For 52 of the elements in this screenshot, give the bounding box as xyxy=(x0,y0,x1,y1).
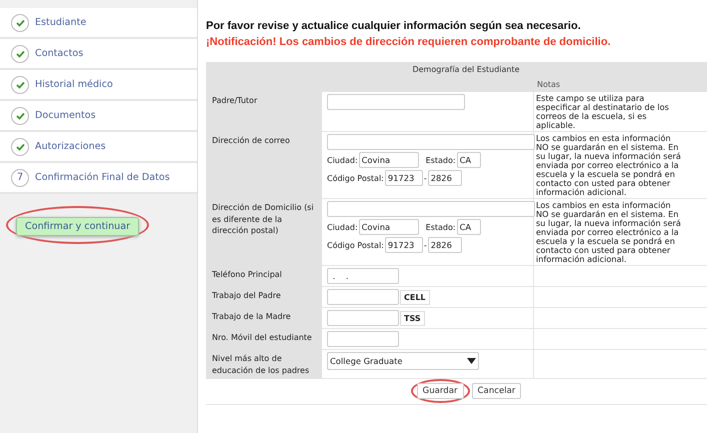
notes-text: Este campo se utiliza para especificar al destinatario de los correos de la escuela, si es aplicable. xyxy=(534,92,707,132)
state-label: Estado: xyxy=(426,222,456,232)
zip-field[interactable]: 91723 xyxy=(384,237,423,254)
education-select[interactable]: College Graduate xyxy=(327,352,479,370)
input-field[interactable] xyxy=(327,331,399,348)
zip-label: Código Postal: xyxy=(327,174,384,183)
sidebar-step[interactable]: Autorizaciones xyxy=(0,132,197,163)
sidebar-step[interactable]: Contactos xyxy=(0,39,197,70)
zip-extension-field[interactable]: 2826 xyxy=(428,170,462,186)
field-label: Trabajo de la Madre xyxy=(206,308,322,330)
form-button[interactable]: Cancelar xyxy=(472,382,522,399)
state-field[interactable]: CA xyxy=(456,152,481,168)
zip-extension-field[interactable]: 2826 xyxy=(428,237,462,254)
form-title: Demografía del Estudiante xyxy=(206,62,707,77)
sidebar-step[interactable]: Estudiante xyxy=(0,8,197,39)
zip-label: Código Postal: xyxy=(327,240,384,250)
input-field[interactable] xyxy=(327,310,399,326)
city-field[interactable]: Covina xyxy=(358,152,419,168)
sidebar-step[interactable]: Documentos xyxy=(0,101,197,132)
step-number: 7 xyxy=(11,168,29,186)
state-label: Estado: xyxy=(426,156,456,165)
dropdown-caret-icon xyxy=(467,358,476,364)
instruction-text: Por favor revise y actualice cualquier información según sea necesario. xyxy=(206,20,582,32)
state-field[interactable]: CA xyxy=(456,219,481,236)
input-field[interactable]: . . xyxy=(327,268,399,284)
city-field[interactable]: Covina xyxy=(358,219,419,236)
form-button[interactable]: Guardar xyxy=(416,382,464,399)
notes-text: Los cambios en esta información NO se guardarán en el sistema. En su lugar, la nueva información será enviada por correo electrónico a la escuela y la escuela se pondrá en contacto con usted para obtener información adicional. xyxy=(534,132,707,200)
input-field[interactable] xyxy=(327,94,465,110)
suffix-label: CELL xyxy=(400,290,430,305)
suffix-label: TSS xyxy=(400,310,425,326)
notes-text: Los cambios en esta información NO se guardarán en el sistema. En su lugar, la nueva información será enviada por correo electrónico a la escuela y la escuela se pondrá en contacto con usted para obtener información adicional. xyxy=(534,199,707,266)
zip-separator: - xyxy=(424,174,427,183)
field-label: Dirección de correo xyxy=(206,132,322,200)
city-label: Ciudad: xyxy=(327,222,358,232)
zip-separator: - xyxy=(424,240,427,250)
field-label: Nro. Móvil del estudiante xyxy=(206,329,322,350)
field-label: Nivel más alto de educación de los padres xyxy=(206,350,322,379)
street-field[interactable] xyxy=(327,134,535,150)
zip-field[interactable]: 91723 xyxy=(384,170,423,186)
field-label: Trabajo del Padre xyxy=(206,287,322,308)
notes-heading: Notas xyxy=(534,77,707,92)
confirm-button[interactable]: Confirmar y continuar xyxy=(16,217,140,236)
field-label: Dirección de Domicilio (si es diferente de la dirección postal) xyxy=(206,199,322,266)
sidebar-step[interactable]: Historial médico xyxy=(0,70,197,101)
sidebar-step[interactable]: 7 Confirmación Final de Datos xyxy=(0,163,197,194)
notice-text: ¡Notificación! Los cambios de dirección requieren comprobante de domicilio. xyxy=(206,36,612,48)
field-label: Padre/Tutor xyxy=(206,92,322,132)
field-label: Teléfono Principal xyxy=(206,266,322,288)
input-field[interactable] xyxy=(327,289,399,306)
city-label: Ciudad: xyxy=(327,156,358,165)
street-field[interactable] xyxy=(327,201,535,218)
